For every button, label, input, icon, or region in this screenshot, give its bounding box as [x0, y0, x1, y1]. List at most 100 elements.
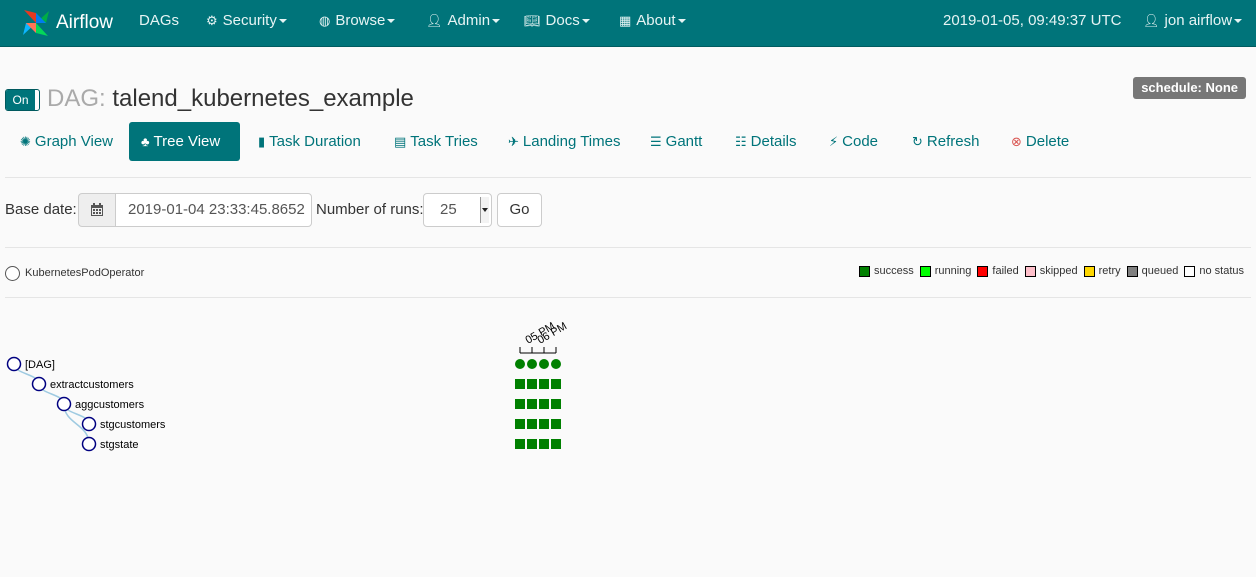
tab-label: Task Duration [269, 133, 361, 150]
task-instance-square[interactable] [515, 439, 525, 449]
task-instance-square[interactable] [539, 379, 549, 389]
task-instance-square[interactable] [551, 439, 561, 449]
task-instance-square[interactable] [539, 399, 549, 409]
task-label[interactable]: [DAG] [25, 359, 55, 371]
nav-admin-label: Admin [447, 12, 491, 29]
dag-pause-toggle[interactable]: On [5, 89, 40, 111]
tab-label: Landing Times [522, 133, 621, 150]
nav-admin[interactable]: 👤︎ Admin [426, 0, 501, 46]
calendar-button[interactable] [78, 193, 116, 227]
tab-graph-view[interactable]: ✺ Graph View [8, 122, 125, 161]
nav-user-label: jon airflow [1164, 12, 1233, 29]
tab-tree-view[interactable]: ♣ Tree View [129, 122, 240, 161]
nav-about-label: About [636, 12, 676, 29]
grid-icon: ▦ [619, 13, 632, 28]
go-button[interactable]: Go [497, 193, 542, 227]
brand-label: Airflow [56, 12, 114, 33]
tab-landing-times[interactable]: ✈ Landing Times [496, 122, 632, 161]
refresh-icon: ↻ [912, 134, 923, 149]
task-label[interactable]: aggcustomers [75, 399, 145, 411]
tab-task-duration[interactable]: ▮ Task Duration [246, 122, 373, 161]
page-title: DAG: talend_kubernetes_example [47, 85, 414, 113]
tab-details[interactable]: ☷ Details [723, 122, 809, 161]
airflow-logo-icon [23, 10, 49, 36]
divider [5, 177, 1251, 178]
dag-run-circle[interactable] [551, 359, 561, 369]
tab-refresh[interactable]: ↻ Refresh [900, 122, 991, 161]
legend-label: retry [1098, 265, 1121, 277]
task-instance-square[interactable] [551, 379, 561, 389]
caret-down-icon [581, 19, 590, 24]
legend-label: failed [992, 265, 1019, 277]
failed-swatch [977, 265, 989, 277]
retry-swatch [1083, 265, 1095, 277]
user-icon: 👤︎ [426, 13, 443, 28]
task-instance-square[interactable] [527, 399, 537, 409]
globe-icon: ◍ [319, 13, 331, 28]
nav-security[interactable]: ⚙ Security [206, 0, 287, 46]
tab-label: Refresh [926, 133, 980, 150]
nav-browse[interactable]: ◍ Browse [319, 0, 396, 46]
airflow-brand[interactable]: Airflow [20, 5, 113, 41]
legend-label: no status [1199, 265, 1244, 277]
tab-code[interactable]: ⚡︎ Code [817, 122, 890, 161]
num-runs-value: 25 [440, 201, 457, 218]
tree-icon: ♣ [141, 134, 150, 149]
task-instance-square[interactable] [515, 419, 525, 429]
bar-chart-icon: ▮ [258, 134, 266, 149]
task-instance-square[interactable] [551, 399, 561, 409]
nav-about[interactable]: ▦ About [619, 0, 686, 46]
task-node[interactable] [56, 396, 72, 412]
task-node[interactable] [6, 356, 22, 372]
task-label[interactable]: stgcustomers [100, 419, 166, 431]
divider [5, 247, 1251, 248]
task-node[interactable] [81, 436, 97, 452]
file-icon: ▤ [394, 134, 407, 149]
cogs-icon: ⚙ [206, 13, 218, 28]
nav-dags[interactable]: DAGs [139, 0, 179, 46]
tab-gantt[interactable]: ☰ Gantt [638, 122, 714, 161]
legend-label: queued [1141, 265, 1179, 277]
align-left-icon: ☰ [650, 134, 662, 149]
remove-icon: ⊗ [1011, 134, 1022, 149]
dag-name: talend_kubernetes_example [112, 85, 414, 112]
tab-label: Tree View [153, 133, 221, 150]
task-node[interactable] [81, 416, 97, 432]
tree-view-chart: [DAG] extractcustomers aggcustomers stgcust… [6, 320, 569, 452]
dag-run-circle[interactable] [515, 359, 525, 369]
task-instance-square[interactable] [515, 399, 525, 409]
task-instance-square[interactable] [527, 439, 537, 449]
nav-user-menu[interactable]: 👤︎ jon airflow [1143, 0, 1243, 46]
caret-down-icon [387, 19, 396, 24]
task-label[interactable]: stgstate [100, 439, 139, 451]
nav-browse-label: Browse [335, 12, 386, 29]
legend-label: skipped [1039, 265, 1078, 277]
tab-delete[interactable]: ⊗ Delete [999, 122, 1081, 161]
task-label[interactable]: extractcustomers [50, 379, 134, 391]
toggle-on-label: On [6, 90, 35, 110]
legend-label: success [873, 265, 914, 277]
task-instance-square[interactable] [527, 379, 537, 389]
legend-label: running [934, 265, 972, 277]
base-date-label: Base date: [5, 201, 77, 218]
task-instance-square[interactable] [539, 439, 549, 449]
tab-label: Delete [1025, 133, 1070, 150]
calendar-icon [91, 203, 103, 216]
tab-label: Code [842, 133, 878, 150]
tab-task-tries[interactable]: ▤ Task Tries [382, 122, 490, 161]
task-instance-square[interactable] [551, 419, 561, 429]
dag-run-circle[interactable] [539, 359, 549, 369]
task-instance-square[interactable] [539, 419, 549, 429]
nav-docs[interactable]: 📖︎ Docs [524, 0, 590, 46]
server-datetime: 2019-01-05, 09:49:37 UTC [943, 12, 1122, 29]
operator-circle-icon [5, 265, 20, 281]
num-runs-select[interactable]: 25 [423, 193, 492, 227]
caret-down-icon [278, 19, 287, 24]
task-instance-square[interactable] [527, 419, 537, 429]
list-icon: ☷ [735, 134, 747, 149]
dag-run-circle[interactable] [527, 359, 537, 369]
task-instance-square[interactable] [515, 379, 525, 389]
base-date-input[interactable]: 2019-01-04 23:33:45.8652 [115, 193, 312, 227]
task-node[interactable] [31, 376, 47, 392]
caret-down-icon [492, 19, 501, 24]
